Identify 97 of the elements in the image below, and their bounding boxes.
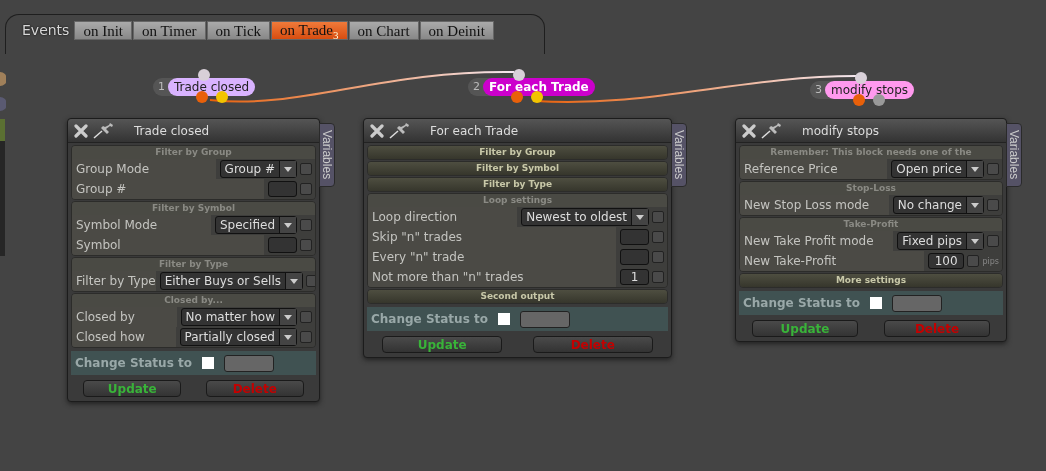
dropdown[interactable]: Partially closed [179, 328, 297, 346]
pushpin-icon[interactable] [389, 122, 411, 139]
field-label: Closed by [72, 307, 177, 327]
section-header[interactable]: Filter by Type [368, 178, 667, 191]
close-icon[interactable] [742, 123, 756, 138]
events-label: Events [22, 21, 70, 40]
input-field[interactable]: 100 [927, 253, 965, 269]
field-label: Symbol [72, 235, 265, 255]
checkbox[interactable] [300, 183, 312, 195]
section-header[interactable]: Filter by Symbol [368, 162, 667, 175]
event-tab[interactable]: on Deinit [419, 21, 494, 40]
input-port-icon[interactable] [513, 69, 525, 81]
field-label: New Take Profit mode [740, 231, 894, 251]
dropdown[interactable]: No change [892, 196, 984, 214]
field-label: Filter by Type [72, 271, 156, 291]
dropdown[interactable]: Specified [214, 216, 297, 234]
field-label: Not more than "n" trades [368, 267, 617, 287]
field-label: New Take-Profit [740, 251, 924, 271]
dropdown[interactable]: Fixed pips [897, 232, 984, 250]
caret-icon [284, 166, 292, 172]
pushpin-icon[interactable] [761, 122, 783, 139]
input-port-icon[interactable] [198, 69, 210, 81]
node-label[interactable]: For each Trade [483, 78, 595, 96]
caret-icon [971, 238, 979, 244]
checkbox[interactable] [300, 163, 312, 175]
close-icon[interactable] [74, 123, 88, 138]
node-label[interactable]: modify stops [825, 81, 915, 99]
caret-icon [284, 334, 292, 340]
checkbox[interactable] [652, 231, 664, 243]
close-icon[interactable] [370, 123, 384, 138]
field-label: Every "n" trade [368, 247, 617, 267]
checkbox[interactable] [652, 211, 664, 223]
field-label: Closed how [72, 327, 176, 347]
checkbox[interactable] [869, 297, 882, 309]
status-field[interactable] [891, 294, 942, 312]
event-tab[interactable]: on Init [74, 21, 132, 40]
checkbox[interactable] [987, 199, 999, 211]
status-label: Change Status to [743, 296, 860, 310]
panel-title: For each Trade [430, 123, 519, 138]
event-tab[interactable]: on Timer [133, 21, 206, 40]
checkbox[interactable] [652, 271, 664, 283]
field-label: Loop direction [368, 207, 518, 227]
dropdown[interactable]: Newest to oldest [521, 208, 649, 226]
checkbox[interactable] [306, 275, 315, 287]
variables-tab[interactable]: Variables [1006, 123, 1022, 187]
input-field[interactable] [268, 237, 297, 253]
checkbox[interactable] [300, 219, 312, 231]
variables-tab[interactable]: Variables [671, 123, 687, 187]
checkbox[interactable] [987, 163, 999, 175]
field-label: Skip "n" trades [368, 227, 617, 247]
checkbox[interactable] [300, 239, 312, 251]
section-header[interactable]: Second output [368, 290, 667, 303]
update-button[interactable]: Update [83, 380, 182, 397]
node-label[interactable]: Trade closed [168, 78, 256, 96]
update-button[interactable]: Update [382, 336, 503, 353]
panel-title: Trade closed [134, 123, 210, 138]
field-label: Group # [72, 179, 265, 199]
status-field[interactable] [223, 354, 274, 372]
input-field[interactable] [620, 249, 649, 265]
update-button[interactable]: Update [752, 320, 858, 337]
field-label: New Stop Loss mode [740, 195, 889, 215]
section-header[interactable]: Filter by Group [368, 146, 667, 159]
caret-icon [636, 214, 644, 220]
checkbox[interactable] [497, 313, 510, 325]
status-label: Change Status to [371, 312, 488, 326]
event-tab[interactable]: on Tick [206, 21, 271, 40]
dropdown[interactable]: Either Buys or Sells [159, 272, 303, 290]
dropdown[interactable]: No matter how [180, 308, 297, 326]
caret-icon [971, 166, 979, 172]
panel-title: modify stops [802, 123, 880, 138]
caret-icon [290, 278, 298, 284]
pushpin-icon[interactable] [93, 122, 115, 139]
caret-icon [971, 202, 979, 208]
caret-icon [284, 314, 292, 320]
status-label: Change Status to [75, 356, 192, 370]
checkbox[interactable] [201, 357, 214, 369]
field-label: Reference Price [740, 159, 888, 179]
dropdown[interactable]: Group # [219, 160, 297, 178]
input-field[interactable] [268, 181, 297, 197]
checkbox[interactable] [300, 311, 312, 323]
dropdown[interactable]: Open price [891, 160, 984, 178]
input-port-icon[interactable] [855, 72, 867, 84]
checkbox[interactable] [300, 331, 312, 343]
checkbox[interactable] [987, 235, 999, 247]
event-tab[interactable]: on Chart [348, 21, 419, 40]
unit-label: pips [982, 256, 999, 266]
checkbox[interactable] [967, 255, 980, 267]
field-label: Group Mode [72, 159, 216, 179]
input-field[interactable]: 1 [620, 269, 649, 285]
section-header[interactable]: More settings [740, 274, 1002, 287]
field-label: Symbol Mode [72, 215, 211, 235]
caret-icon [284, 222, 292, 228]
event-tab[interactable]: on Trade$_{3}$ [271, 21, 348, 40]
checkbox[interactable] [652, 251, 664, 263]
variables-tab[interactable]: Variables [319, 123, 335, 187]
input-field[interactable] [620, 229, 649, 245]
status-field[interactable] [519, 310, 570, 328]
